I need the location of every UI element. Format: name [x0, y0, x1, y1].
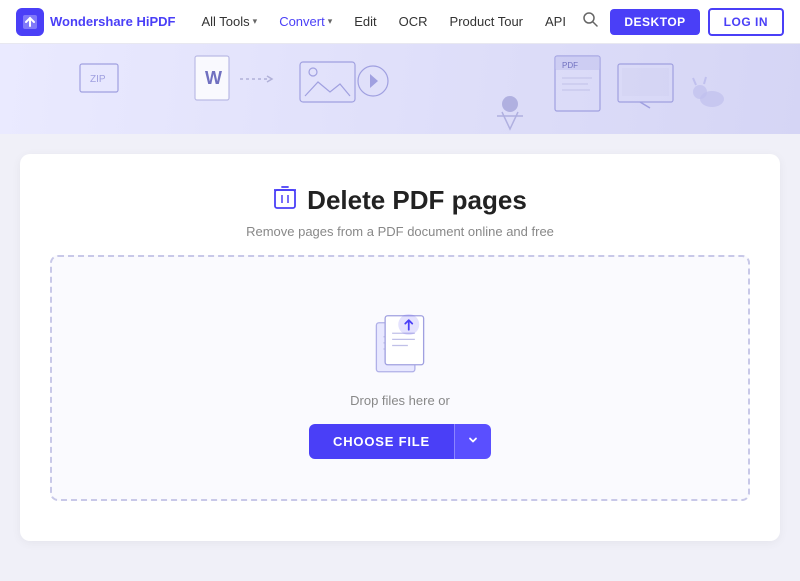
nav-edit[interactable]: Edit [344, 8, 386, 35]
nav-ocr[interactable]: OCR [389, 8, 438, 35]
svg-text:W: W [205, 68, 222, 88]
navbar: Wondershare HiPDF All Tools ▾ Convert ▾ … [0, 0, 800, 44]
nav-api[interactable]: API [535, 8, 576, 35]
nav-all-tools[interactable]: All Tools ▾ [191, 8, 267, 35]
hero-banner: ZIP W PDF [0, 44, 800, 134]
logo[interactable]: Wondershare HiPDF [16, 8, 175, 36]
choose-file-button[interactable]: CHOOSE FILE [309, 424, 454, 459]
drop-zone[interactable]: Drop files here or CHOOSE FILE [50, 255, 750, 501]
tool-icon-title: Delete PDF pages [50, 184, 750, 216]
nav-right: DESKTOP LOG IN [578, 7, 784, 36]
login-button[interactable]: LOG IN [708, 8, 784, 36]
nav-product-tour[interactable]: Product Tour [440, 8, 533, 35]
choose-file-dropdown-button[interactable] [454, 424, 491, 459]
nav-items: All Tools ▾ Convert ▾ Edit OCR Product T… [191, 8, 578, 35]
drop-text: Drop files here or [350, 393, 450, 408]
brand-name: Wondershare HiPDF [50, 14, 175, 29]
chevron-down-icon: ▾ [253, 16, 258, 27]
search-button[interactable] [578, 7, 602, 36]
tool-title-area: Delete PDF pages Remove pages from a PDF… [50, 184, 750, 239]
tool-card: Delete PDF pages Remove pages from a PDF… [20, 154, 780, 541]
upload-illustration [360, 307, 440, 377]
svg-text:ZIP: ZIP [90, 74, 106, 85]
chevron-down-icon: ▾ [328, 16, 333, 27]
tool-subtitle: Remove pages from a PDF document online … [50, 224, 750, 239]
choose-file-group: CHOOSE FILE [309, 424, 491, 459]
trash-icon [273, 184, 297, 216]
tool-title: Delete PDF pages [307, 185, 527, 216]
svg-text:PDF: PDF [562, 61, 578, 70]
desktop-button[interactable]: DESKTOP [610, 9, 699, 35]
nav-convert[interactable]: Convert ▾ [269, 8, 342, 35]
logo-icon [16, 8, 44, 36]
